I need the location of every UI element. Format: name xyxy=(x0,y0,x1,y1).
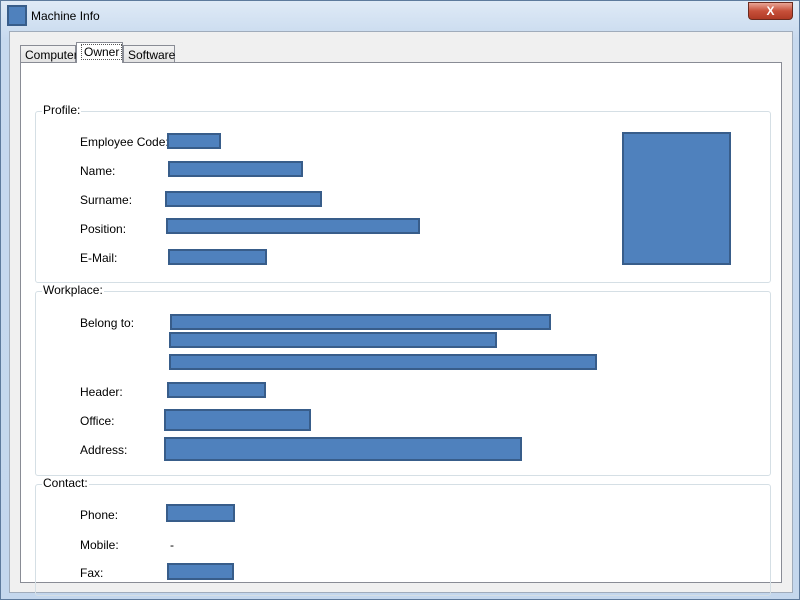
phone-value-redacted xyxy=(166,504,235,522)
address-value-redacted xyxy=(164,437,522,461)
name-value-redacted xyxy=(168,161,303,177)
header-value-redacted xyxy=(167,382,266,398)
address-label: Address: xyxy=(80,443,128,457)
office-label: Office: xyxy=(80,414,115,428)
belong-to-line-2-redacted xyxy=(169,332,497,348)
belong-to-line-3-redacted xyxy=(169,354,597,370)
surname-value-redacted xyxy=(165,191,322,207)
window-title: Machine Info xyxy=(31,9,100,23)
position-label: Position: xyxy=(80,222,127,236)
contact-group: Contact: xyxy=(35,476,771,596)
client-area: Computer Owner Software Profile: Employe… xyxy=(9,31,793,596)
title-bar[interactable]: Machine Info X xyxy=(1,1,799,31)
name-label: Name: xyxy=(80,164,116,178)
tab-software[interactable]: Software xyxy=(123,45,175,63)
tab-owner-label: Owner xyxy=(81,44,123,60)
fax-value-redacted xyxy=(167,563,234,580)
belong-to-label: Belong to: xyxy=(80,316,135,330)
tab-owner[interactable]: Owner xyxy=(76,42,123,63)
owner-tab-page: Profile: Employee Code: Name: Surname: P… xyxy=(20,62,782,596)
close-button[interactable]: X xyxy=(748,2,793,20)
header-label: Header: xyxy=(80,385,123,399)
fax-label: Fax: xyxy=(80,566,104,580)
tab-computer[interactable]: Computer xyxy=(20,45,78,63)
tab-computer-label: Computer xyxy=(25,48,78,62)
mobile-label: Mobile: xyxy=(80,538,119,552)
email-value-redacted xyxy=(168,249,267,265)
profile-legend: Profile: xyxy=(42,103,82,117)
mobile-value: - xyxy=(170,538,174,552)
workplace-legend: Workplace: xyxy=(42,283,104,297)
position-value-redacted xyxy=(166,218,420,234)
email-label: E-Mail: xyxy=(80,251,118,265)
office-value-redacted xyxy=(164,409,311,431)
surname-label: Surname: xyxy=(80,193,133,207)
employee-code-label: Employee Code: xyxy=(80,135,169,149)
employee-code-value-redacted xyxy=(167,133,221,149)
phone-label: Phone: xyxy=(80,508,119,522)
employee-photo-redacted xyxy=(622,132,731,265)
contact-legend: Contact: xyxy=(42,476,89,490)
machine-info-window: Machine Info X Computer Owner Software P… xyxy=(0,0,800,600)
belong-to-line-1-redacted xyxy=(170,314,551,330)
app-icon xyxy=(7,5,27,26)
tab-software-label: Software xyxy=(128,48,176,62)
